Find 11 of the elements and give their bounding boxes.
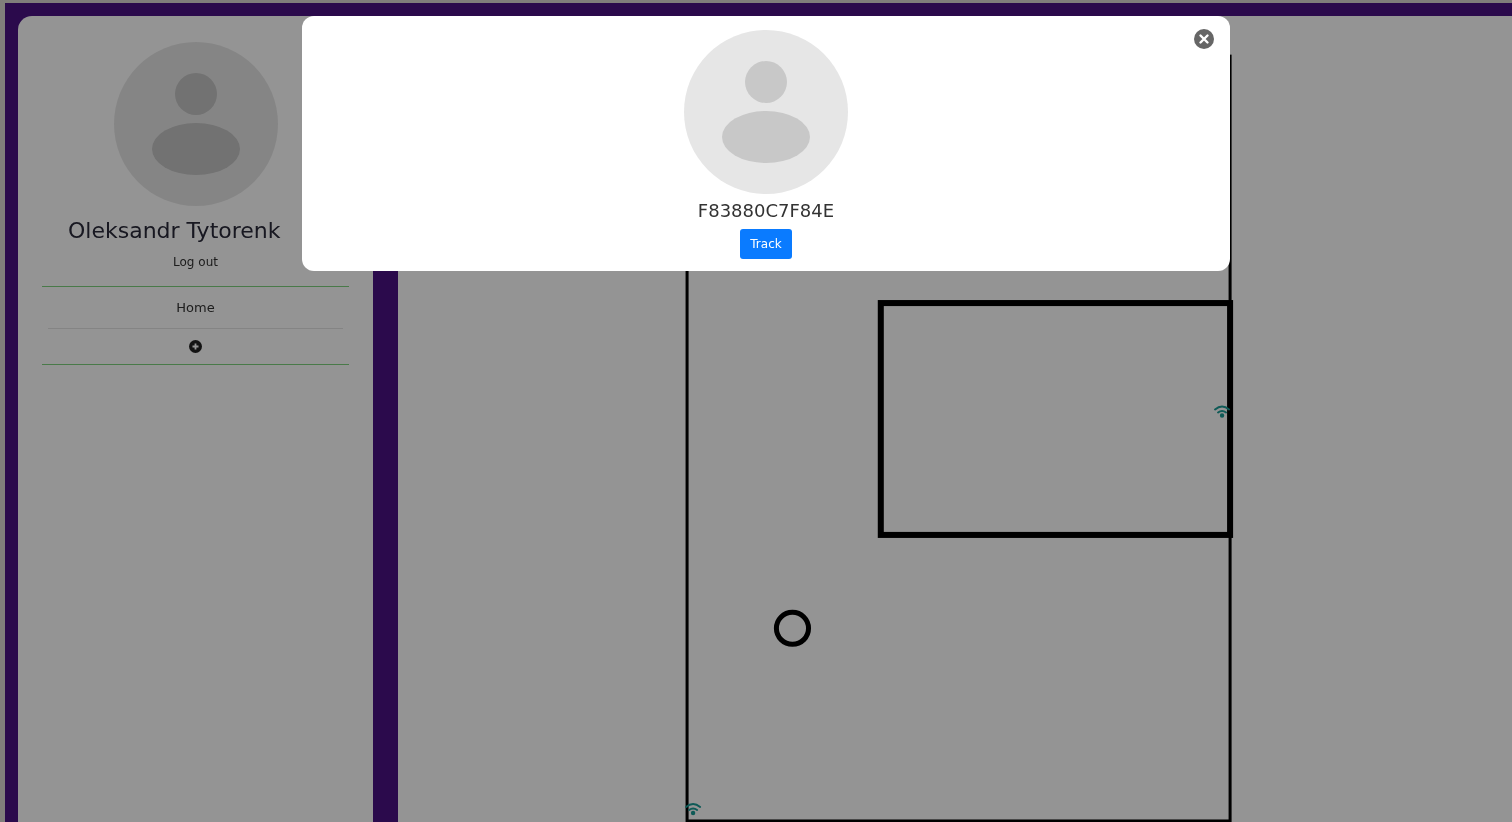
device-id: F83880C7F84E	[697, 200, 835, 221]
logout-link[interactable]: Log out	[173, 255, 218, 269]
avatar-icon	[113, 42, 278, 206]
avatar-icon	[684, 30, 848, 194]
track-button[interactable]: Track	[740, 229, 792, 259]
wifi-icon	[685, 802, 702, 816]
user-name: Oleksandr Tytorenk	[68, 218, 281, 243]
location-marker	[773, 609, 812, 647]
wifi-icon	[1214, 405, 1231, 418]
close-icon[interactable]	[1194, 29, 1214, 49]
home-link[interactable]: Home	[176, 287, 215, 328]
